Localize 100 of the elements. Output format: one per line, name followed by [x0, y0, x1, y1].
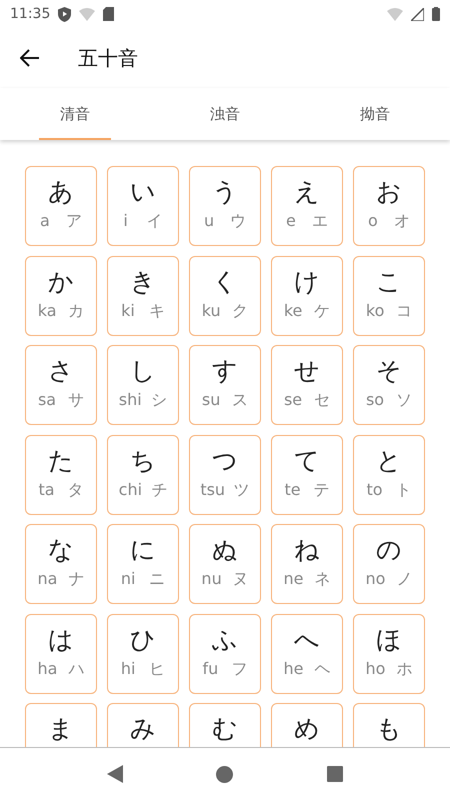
romaji: ke	[284, 300, 302, 322]
tab[interactable]: 拗音	[300, 88, 450, 140]
kana-card[interactable]: ち chi チ	[107, 434, 179, 514]
romaji: ku	[202, 300, 221, 322]
hiragana: き	[130, 266, 156, 298]
romaji: no	[366, 569, 386, 590]
katakana: エ	[312, 211, 328, 232]
katakana: チ	[151, 480, 168, 500]
hiragana: ひ	[130, 624, 156, 656]
recents-icon[interactable]	[327, 766, 344, 782]
hiragana: こ	[376, 266, 402, 298]
kana-card[interactable]: と to ト	[353, 434, 425, 514]
romaji: ka	[38, 300, 57, 322]
kana-card[interactable]: さ sa サ	[25, 345, 97, 425]
katakana: フ	[231, 658, 248, 680]
hiragana: け	[294, 266, 320, 298]
hiragana: も	[376, 713, 402, 745]
hiragana: つ	[212, 444, 238, 476]
katakana: オ	[394, 211, 410, 232]
hiragana: の	[376, 534, 402, 566]
romaji: su	[202, 390, 220, 411]
hiragana: せ	[294, 355, 320, 387]
romaji: i	[123, 211, 128, 232]
romaji: nu	[201, 569, 222, 590]
romaji: e	[286, 211, 296, 232]
tab[interactable]: 浊音	[150, 88, 300, 140]
katakana: ヌ	[232, 569, 249, 590]
kana-card[interactable]: ま	[25, 703, 97, 747]
kana-card[interactable]: に ni ニ	[107, 524, 179, 604]
kana-card[interactable]: ぬ nu ヌ	[189, 524, 261, 604]
hiragana: へ	[294, 624, 320, 656]
hiragana: そ	[376, 355, 402, 387]
back-arrow-icon[interactable]	[20, 49, 40, 67]
kana-card[interactable]: し shi シ	[107, 345, 179, 425]
hiragana: と	[376, 444, 402, 476]
romaji: he	[284, 658, 304, 680]
kana-card[interactable]: つ tsu ツ	[189, 434, 261, 514]
kana-card[interactable]: か ka カ	[25, 256, 97, 336]
hiragana: は	[48, 624, 74, 656]
katakana: ハ	[68, 658, 84, 680]
kana-card[interactable]: ふ fu フ	[189, 614, 261, 694]
kana-card[interactable]: う u ウ	[189, 166, 261, 246]
katakana: ツ	[234, 480, 250, 500]
romaji: ha	[38, 658, 58, 680]
katakana: タ	[68, 480, 84, 500]
kana-card[interactable]: ね ne ネ	[271, 524, 343, 604]
romaji: ne	[284, 569, 304, 590]
romaji: ho	[366, 658, 386, 680]
hiragana: く	[212, 266, 238, 298]
kana-card[interactable]: す su ス	[189, 345, 261, 425]
kana-card[interactable]: こ ko コ	[353, 256, 425, 336]
kana-card[interactable]: け ke ケ	[271, 256, 343, 336]
back-icon[interactable]	[106, 765, 123, 783]
kana-card[interactable]: て te テ	[271, 434, 343, 514]
hiragana: い	[130, 176, 156, 208]
hiragana: み	[130, 713, 156, 745]
kana-card[interactable]: の no ノ	[353, 524, 425, 604]
katakana: ケ	[314, 300, 330, 322]
hiragana: う	[212, 176, 238, 208]
romaji: te	[284, 480, 301, 500]
romaji: na	[38, 569, 58, 590]
hiragana: あ	[48, 176, 74, 208]
hiragana: に	[130, 534, 156, 566]
romaji: chi	[118, 480, 142, 500]
katakana: ナ	[68, 569, 84, 590]
katakana: テ	[314, 480, 330, 500]
hiragana: お	[376, 176, 402, 208]
kana-card[interactable]: あ a ア	[25, 166, 97, 246]
kana-card[interactable]: へ he ヘ	[271, 614, 343, 694]
kana-card[interactable]: き ki キ	[107, 256, 179, 336]
kana-card[interactable]: せ se セ	[271, 345, 343, 425]
hiragana: ふ	[212, 624, 238, 656]
hiragana: な	[48, 534, 74, 566]
katakana: ク	[232, 300, 248, 322]
wifi-icon	[79, 8, 96, 20]
katakana: ホ	[396, 658, 412, 680]
kana-card[interactable]: え e エ	[271, 166, 343, 246]
katakana: カ	[68, 300, 84, 322]
kana-card[interactable]: も	[353, 703, 425, 747]
hiragana: し	[130, 355, 156, 387]
kana-card[interactable]: た ta タ	[25, 434, 97, 514]
kana-card[interactable]: ほ ho ホ	[353, 614, 425, 694]
katakana: ネ	[314, 569, 330, 590]
kana-card[interactable]: い i イ	[107, 166, 179, 246]
hiragana: か	[48, 266, 74, 298]
kana-card[interactable]: く ku ク	[189, 256, 261, 336]
hiragana: む	[212, 713, 238, 745]
kana-card[interactable]: ひ hi ヒ	[107, 614, 179, 694]
hiragana: ま	[48, 713, 74, 745]
katakana: ト	[396, 480, 412, 500]
kana-card[interactable]: は ha ハ	[25, 614, 97, 694]
kana-card[interactable]: お o オ	[353, 166, 425, 246]
home-icon[interactable]	[216, 766, 234, 782]
tab[interactable]: 清音	[0, 88, 150, 140]
page-title: 五十音	[78, 44, 138, 72]
kana-card[interactable]: な na ナ	[25, 524, 97, 604]
romaji: ko	[366, 300, 384, 322]
kana-card[interactable]: そ so ソ	[353, 345, 425, 425]
hiragana: ね	[294, 534, 320, 566]
katakana: ノ	[396, 569, 412, 590]
